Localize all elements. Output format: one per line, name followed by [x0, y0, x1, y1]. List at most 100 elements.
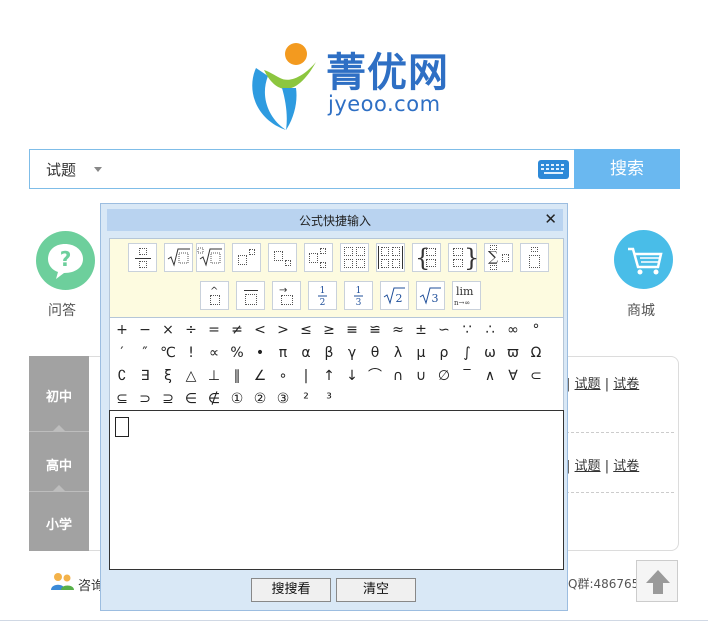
symbol-button[interactable]: π	[272, 342, 294, 364]
symbol-button[interactable]: ∉	[203, 388, 225, 410]
symbol-button[interactable]: ②	[249, 388, 271, 410]
symbol-button[interactable]: °	[525, 319, 547, 341]
one-third-button[interactable]: 13	[344, 281, 373, 310]
symbol-button[interactable]: >	[272, 319, 294, 341]
link-questions[interactable]: 试题	[575, 459, 601, 474]
symbol-button[interactable]: ±	[410, 319, 432, 341]
close-icon[interactable]: ✕	[544, 210, 557, 228]
symbol-button[interactable]: ∈	[180, 388, 202, 410]
symbol-button[interactable]: ③	[272, 388, 294, 410]
symbol-button[interactable]: ≤	[295, 319, 317, 341]
sqrt-three-button[interactable]: 3	[416, 281, 445, 310]
symbol-button[interactable]: α	[295, 342, 317, 364]
symbol-button[interactable]: ∫	[456, 342, 478, 364]
symbol-button[interactable]: ∧	[479, 365, 501, 387]
search-button[interactable]: 搜索	[574, 149, 680, 189]
symbol-button[interactable]: ∴	[479, 319, 501, 341]
symbol-button[interactable]: ²	[295, 388, 317, 410]
overset-template-button[interactable]	[520, 243, 549, 272]
symbol-button[interactable]: <	[249, 319, 271, 341]
symbol-button[interactable]: Ω	[525, 342, 547, 364]
overline-template-button[interactable]	[236, 281, 265, 310]
subscript-template-button[interactable]	[268, 243, 297, 272]
symbol-button[interactable]: !	[180, 342, 202, 364]
symbol-button[interactable]: •	[249, 342, 271, 364]
link-papers[interactable]: 试卷	[613, 459, 639, 474]
symbol-button[interactable]: ⊇	[157, 388, 179, 410]
grade-tab-junior[interactable]: 初中	[29, 386, 89, 405]
sqrt-two-button[interactable]: 2	[380, 281, 409, 310]
symbol-button[interactable]: ×	[157, 319, 179, 341]
symbol-button[interactable]: +	[111, 319, 133, 341]
symbol-button[interactable]: β	[318, 342, 340, 364]
symbol-button[interactable]: |	[295, 365, 317, 387]
symbol-button[interactable]: γ	[341, 342, 363, 364]
formula-editor[interactable]	[109, 410, 564, 570]
symbol-button[interactable]: ÷	[180, 319, 202, 341]
left-brace-template-button[interactable]: {	[412, 243, 441, 272]
right-brace-template-button[interactable]: }	[448, 243, 479, 272]
symbol-button[interactable]: ∁	[111, 365, 133, 387]
clear-button[interactable]: 清空	[336, 578, 416, 602]
symbol-button[interactable]: ³	[318, 388, 340, 410]
symbol-button[interactable]: ∥	[226, 365, 248, 387]
symbol-button[interactable]: ∃	[134, 365, 156, 387]
site-logo[interactable]: 菁优网 jyeoo.com	[246, 38, 456, 138]
symbol-button[interactable]: =	[203, 319, 225, 341]
qa-label[interactable]: 问答	[48, 300, 76, 320]
link-questions[interactable]: 试题	[575, 377, 601, 392]
link-papers[interactable]: 试卷	[613, 377, 639, 392]
one-half-button[interactable]: 12	[308, 281, 337, 310]
symbol-button[interactable]: ℃	[157, 342, 179, 364]
chevron-down-icon[interactable]	[94, 167, 102, 172]
symbol-button[interactable]: ∩	[387, 365, 409, 387]
mall-icon[interactable]	[614, 230, 673, 289]
symbol-button[interactable]: ⊥	[203, 365, 225, 387]
symbol-button[interactable]: ∀	[502, 365, 524, 387]
symbol-button[interactable]: μ	[410, 342, 432, 364]
grade-tab-primary[interactable]: 小学	[29, 514, 89, 533]
limit-template-button[interactable]: lim n→∞	[452, 281, 481, 310]
symbol-button[interactable]: λ	[387, 342, 409, 364]
symbol-button[interactable]: ∪	[410, 365, 432, 387]
symbol-button[interactable]: ≡	[341, 319, 363, 341]
symbol-button[interactable]: ∝	[203, 342, 225, 364]
symbol-button[interactable]: ρ	[433, 342, 455, 364]
symbol-button[interactable]: ξ	[157, 365, 179, 387]
symbol-button[interactable]: ≥	[318, 319, 340, 341]
symbol-button[interactable]: ω	[479, 342, 501, 364]
symbol-button[interactable]: ≠	[226, 319, 248, 341]
symbol-button[interactable]: θ	[364, 342, 386, 364]
search-formula-button[interactable]: 搜搜看	[251, 578, 331, 602]
symbol-button[interactable]: ϖ	[502, 342, 524, 364]
symbol-button[interactable]: ∠	[249, 365, 271, 387]
symbol-button[interactable]: ⊃	[134, 388, 156, 410]
symbol-button[interactable]: ∅	[433, 365, 455, 387]
grade-tab-senior[interactable]: 高中	[29, 455, 89, 474]
back-to-top-button[interactable]	[636, 560, 678, 602]
fraction-template-button[interactable]	[128, 243, 157, 272]
vector-template-button[interactable]: →	[272, 281, 301, 310]
superscript-template-button[interactable]	[232, 243, 261, 272]
sqrt-template-button[interactable]	[164, 243, 193, 272]
symbol-button[interactable]: ″	[134, 342, 156, 364]
symbol-button[interactable]: ↓	[341, 365, 363, 387]
symbol-button[interactable]: ≈	[387, 319, 409, 341]
symbol-button[interactable]: ‾	[456, 365, 478, 387]
symbol-button[interactable]: ∘	[272, 365, 294, 387]
symbol-button[interactable]: ∞	[502, 319, 524, 341]
symbol-button[interactable]: ↑	[318, 365, 340, 387]
symbol-button[interactable]: −	[134, 319, 156, 341]
qa-icon[interactable]: ?	[36, 231, 95, 290]
dialog-header[interactable]: 公式快捷输入 ✕	[107, 209, 563, 231]
symbol-button[interactable]: ≌	[364, 319, 386, 341]
symbol-button[interactable]: ⌒	[364, 365, 386, 387]
matrix-template-button[interactable]	[340, 243, 369, 272]
hat-template-button[interactable]: ^	[200, 281, 229, 310]
symbol-button[interactable]: ∵	[456, 319, 478, 341]
symbol-button[interactable]: ⊆	[111, 388, 133, 410]
editor-placeholder-box[interactable]	[115, 417, 129, 437]
determinant-template-button[interactable]	[376, 243, 405, 272]
symbol-button[interactable]: ∽	[433, 319, 455, 341]
search-type-select[interactable]: 试题	[46, 159, 76, 180]
